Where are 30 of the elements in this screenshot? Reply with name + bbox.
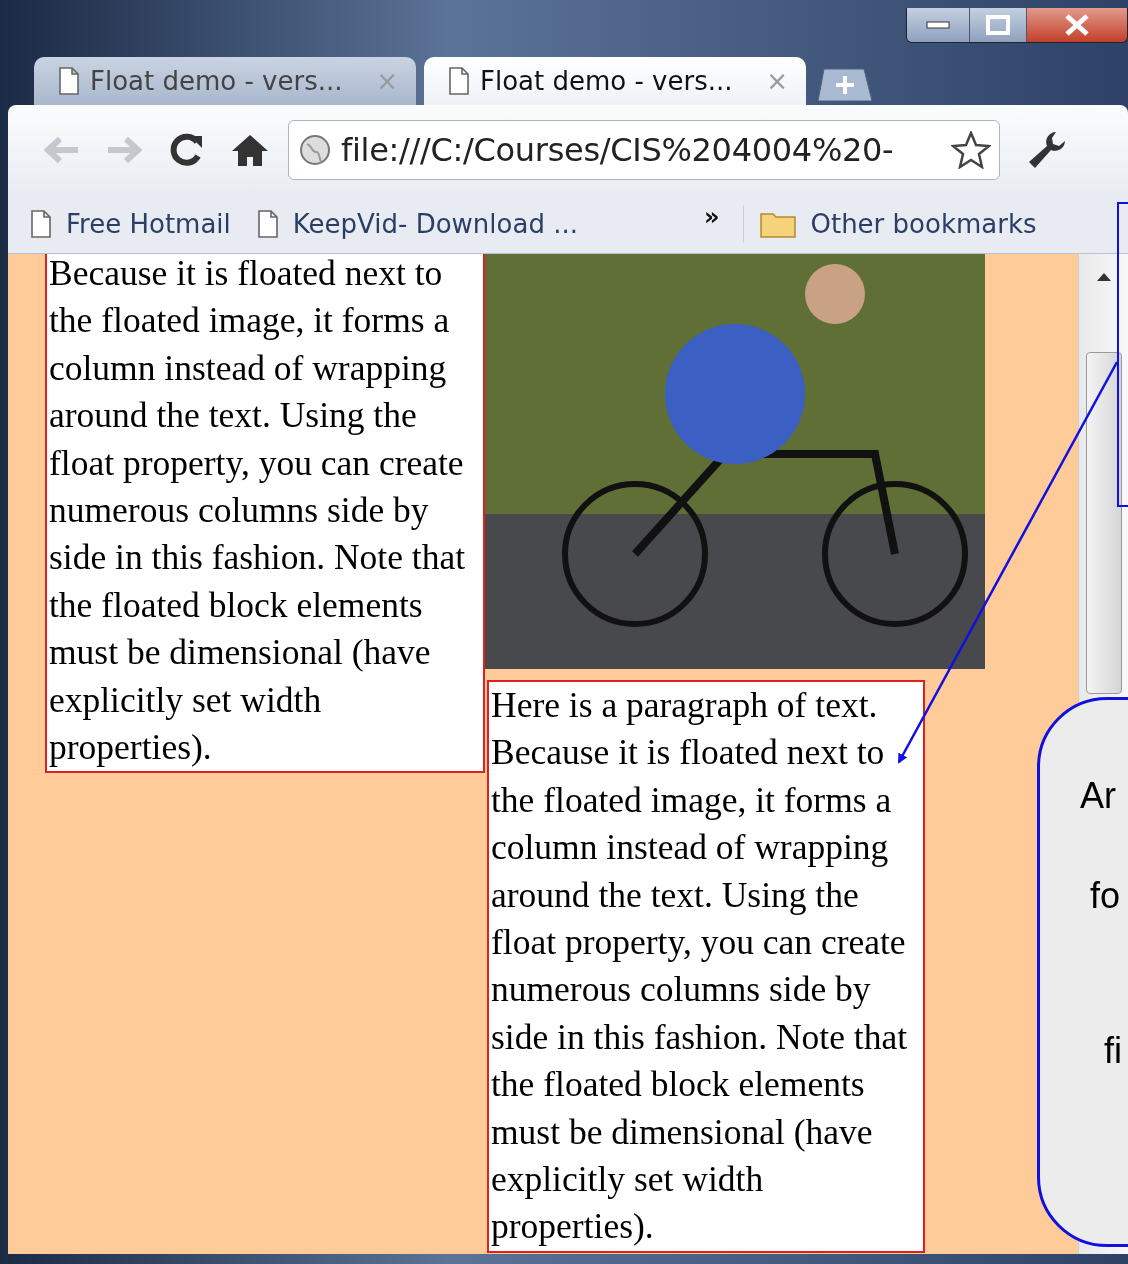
minimize-button[interactable] — [907, 8, 969, 42]
bookmarks-overflow[interactable]: » — [703, 203, 720, 231]
minimize-icon — [926, 21, 950, 29]
close-icon — [1064, 14, 1090, 36]
bookmark-folder[interactable]: Other bookmarks — [760, 209, 1037, 239]
home-icon[interactable] — [230, 132, 270, 168]
callout-text: Ar — [1080, 775, 1116, 817]
close-button[interactable] — [1026, 8, 1127, 42]
maximize-icon — [986, 15, 1010, 35]
page-icon — [58, 67, 80, 95]
page-icon — [256, 210, 279, 238]
page-icon — [448, 67, 470, 95]
bookmark-item[interactable]: KeepVid- Download ... — [256, 209, 578, 239]
scroll-up-icon[interactable] — [1095, 272, 1112, 282]
url-text: file:///C:/Courses/CIS%204004%20- — [341, 131, 894, 169]
paragraph: Here is a paragraph of text. Because it is floated next to the floated image, it forms a column instead of wrapping around the text. Using the float property, you can create numerous columns side by side in this fashion. Note that the floated block elements must be dimensional (have explicitly set width properties). — [487, 680, 925, 1253]
maximize-button[interactable] — [969, 8, 1026, 42]
browser-tab[interactable]: Float demo - vers... × — [34, 57, 416, 105]
page-icon — [30, 210, 52, 238]
reload-icon[interactable] — [168, 132, 204, 168]
globe-icon — [299, 134, 331, 166]
scrollbar-thumb[interactable] — [1085, 352, 1122, 694]
folder-icon — [760, 210, 797, 238]
callout-text: fi — [1104, 1030, 1122, 1072]
address-bar[interactable]: file:///C:/Courses/CIS%204004%20- — [288, 120, 1000, 180]
new-tab-button[interactable] — [818, 67, 874, 101]
paragraph: Because it is floated next to the floated image, it forms a column instead of wrapping around the text. Using the float property, you can create numerous columns side by side in this fashion. Note that the floated block elements must be dimensional (have explicitly set width properties). — [45, 254, 485, 774]
callout-text: fo — [1090, 875, 1121, 917]
bookmark-item[interactable]: Free Hotmail — [30, 209, 231, 239]
browser-tab[interactable]: Float demo - vers... × — [424, 57, 806, 105]
